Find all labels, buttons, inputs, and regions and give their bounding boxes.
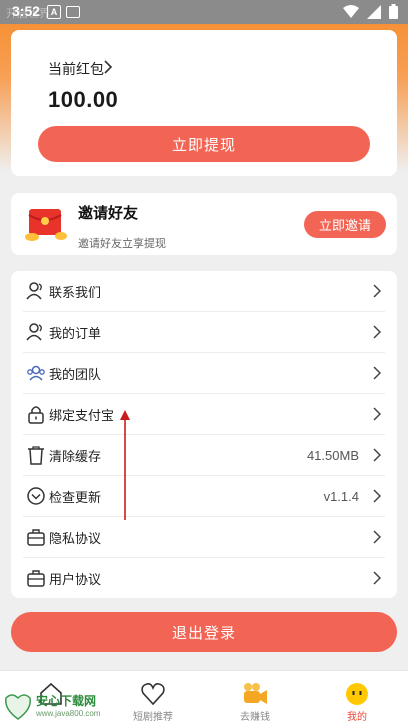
menu-item-label: 检查更新 xyxy=(49,489,102,505)
face-icon xyxy=(346,683,368,705)
tab-drama-recommend[interactable]: 短剧推荐 xyxy=(102,671,204,726)
team-icon xyxy=(25,362,47,384)
menu-item-label: 绑定支付宝 xyxy=(49,407,115,423)
menu-item-contact[interactable]: 联系我们 xyxy=(23,271,385,312)
trash-icon xyxy=(25,444,47,466)
status-time: 3:52 xyxy=(12,3,41,19)
menu-item-orders[interactable]: 我的订单 xyxy=(23,312,385,353)
balance-amount: 100.00 xyxy=(48,87,119,112)
settings-menu: 联系我们 我的订单 我的团队 绑定支付宝 清除缓存 41.50MB 检查更新 v… xyxy=(11,271,397,598)
tab-mine[interactable]: 我的 xyxy=(306,671,408,726)
watermark-title: 安心下载网 xyxy=(36,694,97,708)
chevron-right-icon xyxy=(373,325,381,339)
tab-earn[interactable]: 去赚钱 xyxy=(204,671,306,726)
invite-card: 邀请好友 邀请好友立享提现 立即邀请 xyxy=(11,193,397,255)
menu-item-bind-alipay[interactable]: 绑定支付宝 xyxy=(23,394,385,435)
invite-button[interactable]: 立即邀请 xyxy=(304,211,386,238)
menu-item-label: 用户协议 xyxy=(49,571,102,587)
menu-item-label: 隐私协议 xyxy=(49,530,102,546)
cache-size-value: 41.50MB xyxy=(306,447,359,463)
menu-item-clear-cache[interactable]: 清除缓存 41.50MB xyxy=(23,435,385,476)
logout-button[interactable]: 退出登录 xyxy=(11,612,397,652)
menu-item-label: 清除缓存 xyxy=(49,448,102,464)
chevron-right-icon xyxy=(373,448,381,462)
menu-item-privacy-policy[interactable]: 隐私协议 xyxy=(23,517,385,558)
menu-item-label: 联系我们 xyxy=(49,284,102,300)
invite-subtitle: 邀请好友立享提现 xyxy=(78,238,166,250)
watermark-url: www.java800.com xyxy=(36,709,101,718)
version-value: v1.1.4 xyxy=(323,488,359,504)
annotation-arrow xyxy=(120,410,130,520)
chevron-right-icon xyxy=(373,407,381,421)
chevron-right-icon[interactable] xyxy=(103,59,113,75)
menu-item-user-agreement[interactable]: 用户协议 xyxy=(23,558,385,598)
signal-icon xyxy=(367,4,381,19)
menu-item-check-update[interactable]: 检查更新 v1.1.4 xyxy=(23,476,385,517)
wifi-icon xyxy=(343,4,359,18)
notification-a-icon: A xyxy=(47,5,61,19)
chevron-right-icon xyxy=(373,366,381,380)
balance-label[interactable]: 当前红包 xyxy=(48,59,104,79)
chevron-right-icon xyxy=(373,571,381,585)
battery-icon xyxy=(389,4,398,19)
status-bar: 开启世界 3:52 A xyxy=(0,0,408,24)
tab-label: 我的 xyxy=(347,712,367,723)
notification-screen-icon xyxy=(66,6,80,18)
contact-icon xyxy=(25,280,47,302)
withdraw-button[interactable]: 立即提现 xyxy=(38,126,370,162)
chevron-right-icon xyxy=(373,530,381,544)
camera-icon xyxy=(244,683,267,704)
status-icons xyxy=(343,4,398,19)
chevron-right-icon xyxy=(373,284,381,298)
briefcase-icon xyxy=(25,567,47,589)
briefcase-icon xyxy=(25,526,47,548)
heart-icon xyxy=(141,683,165,706)
tab-label: 短剧推荐 xyxy=(133,712,173,723)
chevron-right-icon xyxy=(373,489,381,503)
update-icon xyxy=(25,485,47,507)
menu-item-label: 我的订单 xyxy=(49,325,102,341)
balance-card: 当前红包 100.00 立即提现 xyxy=(11,30,397,176)
menu-item-label: 我的团队 xyxy=(49,366,102,382)
menu-item-team[interactable]: 我的团队 xyxy=(23,353,385,394)
lock-icon xyxy=(25,403,47,425)
tab-label: 去赚钱 xyxy=(240,712,270,723)
watermark-logo xyxy=(5,694,31,720)
orders-icon xyxy=(25,321,47,343)
invite-title: 邀请好友 xyxy=(78,205,139,222)
red-envelope-icon xyxy=(25,209,67,241)
watermark: 安心下载网 www.java800.com xyxy=(2,688,112,722)
